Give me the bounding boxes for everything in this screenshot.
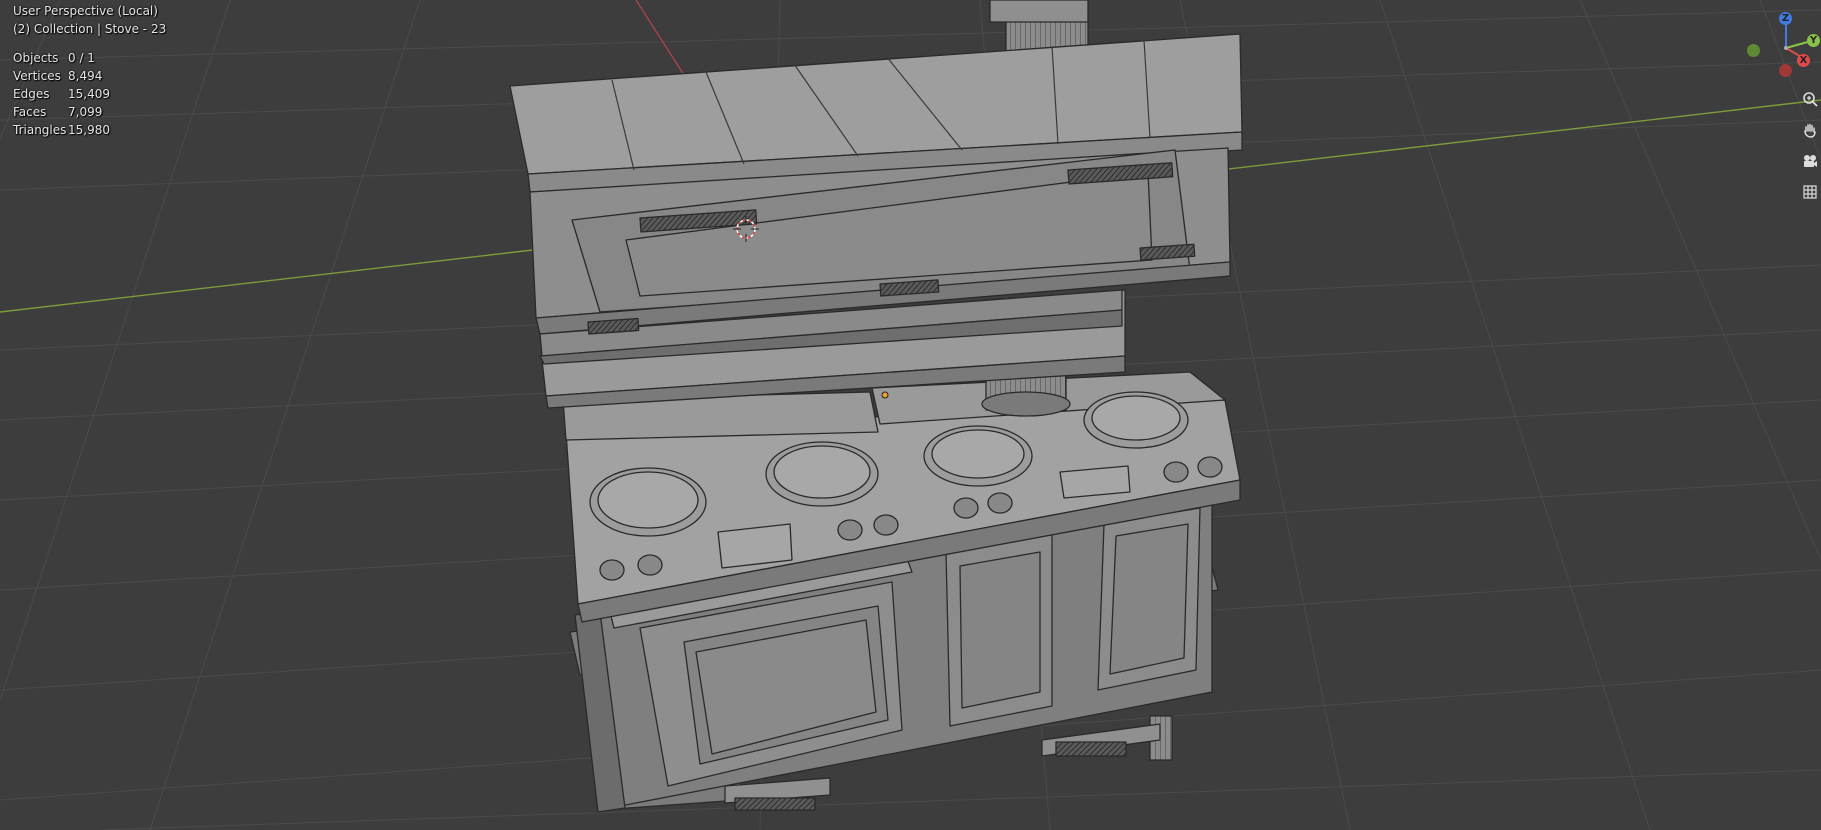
collection-info: (2) Collection | Stove - 23: [13, 22, 167, 36]
zoom-icon[interactable]: [1799, 88, 1821, 110]
viewport-scene[interactable]: [0, 0, 1821, 830]
stat-value: 15,409: [68, 87, 110, 101]
view-name: User Perspective (Local): [13, 4, 158, 18]
stat-label: Edges: [13, 87, 50, 101]
stat-value: 15,980: [68, 123, 110, 137]
stat-label: Faces: [13, 105, 47, 119]
grid-ortho-icon[interactable]: [1799, 181, 1821, 203]
stat-value: 0 / 1: [68, 51, 95, 65]
stat-label: Vertices: [13, 69, 61, 83]
gizmo-neg-y-axis[interactable]: [1747, 44, 1760, 57]
stat-value: 8,494: [68, 69, 103, 83]
stat-value: 7,099: [68, 105, 103, 119]
object-origin: [881, 391, 889, 399]
pan-hand-icon[interactable]: [1799, 119, 1821, 141]
gizmo-neg-x-axis[interactable]: [1779, 64, 1792, 77]
stat-label: Objects: [13, 51, 59, 65]
gizmo-z-axis[interactable]: Z: [1779, 12, 1792, 25]
camera-icon[interactable]: [1799, 150, 1821, 172]
stove-model[interactable]: [509, 0, 1243, 813]
stat-label: Triangles: [13, 123, 67, 137]
gizmo-x-axis[interactable]: X: [1797, 54, 1810, 67]
3d-viewport[interactable]: User Perspective (Local) (2) Collection …: [0, 0, 1821, 830]
navigation-gizmo[interactable]: Z Y X: [1745, 8, 1821, 84]
gizmo-y-axis[interactable]: Y: [1807, 34, 1820, 47]
